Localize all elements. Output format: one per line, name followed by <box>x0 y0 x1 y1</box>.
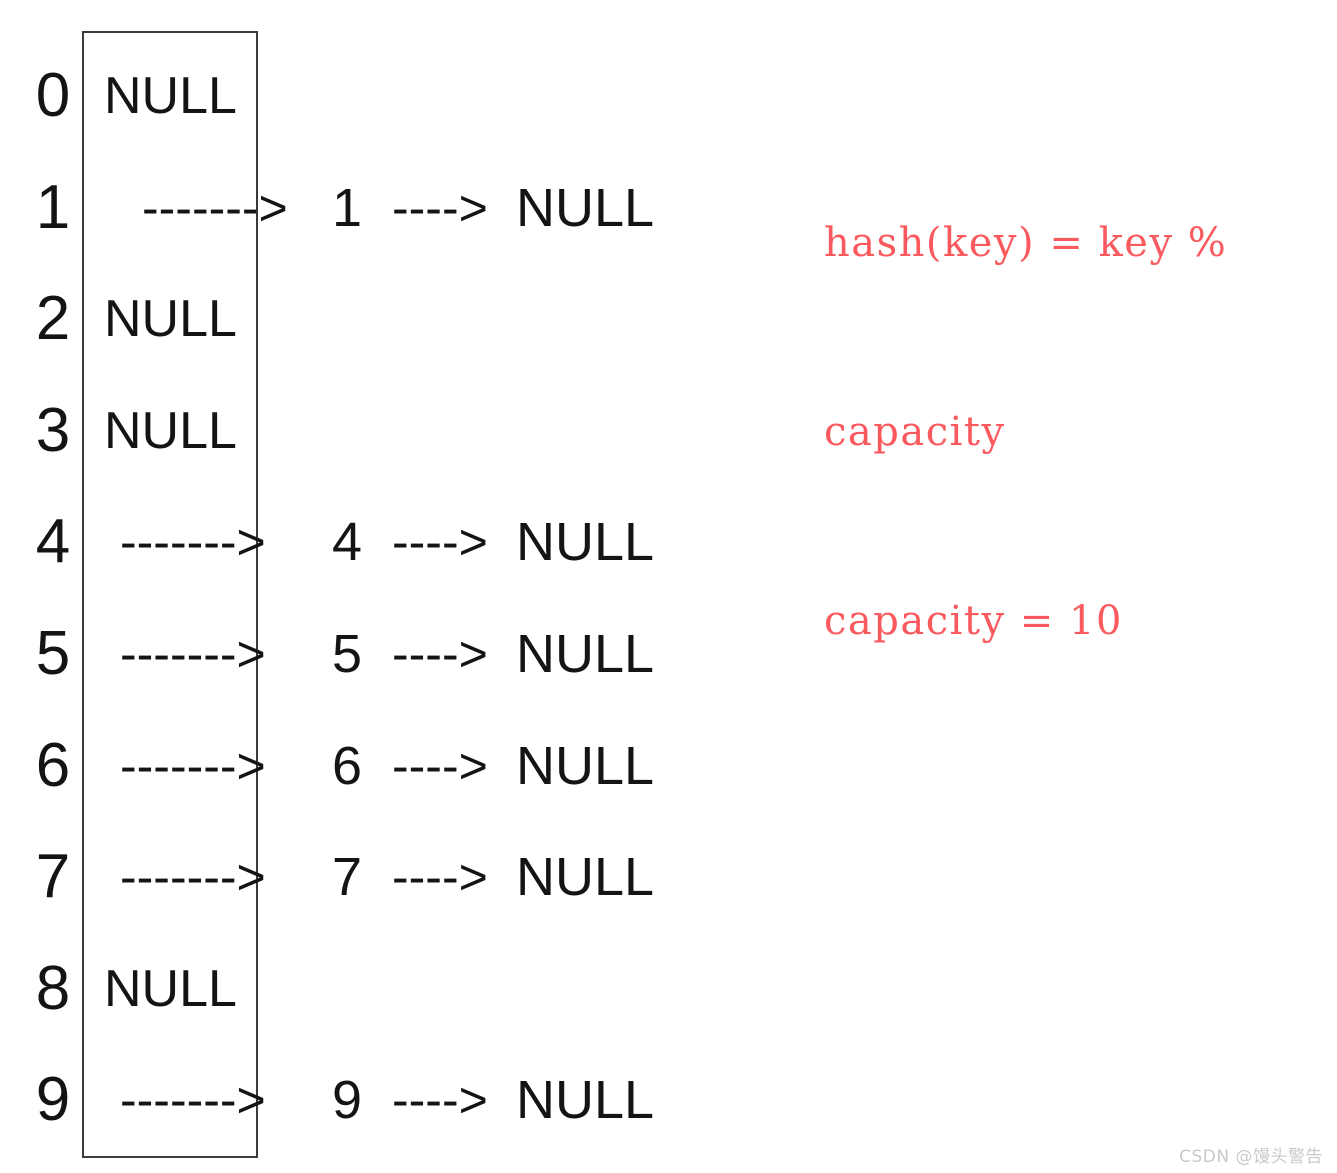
bucket-index-label: 3 <box>35 395 71 465</box>
chain-node-key: 9 <box>332 1070 363 1131</box>
bucket-chain-arrow: -------> <box>142 179 288 236</box>
chain-tail-null: NULL <box>516 512 655 573</box>
chain-tail-null: NULL <box>516 624 655 684</box>
bucket-null-value: NULL <box>104 290 237 349</box>
chain-node-key: 6 <box>332 735 363 796</box>
bucket-index-label: 6 <box>35 730 71 800</box>
bucket-index-label: 8 <box>35 953 71 1023</box>
hash-formula-annotation: hash(key) = key % capacity capacity = 10 <box>824 86 1227 716</box>
bucket-null-value: NULL <box>104 959 237 1018</box>
bucket-chain-arrow: -------> <box>120 626 266 682</box>
bucket-index-label: 9 <box>35 1065 71 1135</box>
bucket-chain-arrow: -------> <box>120 737 266 794</box>
chain-tail-arrow: ----> <box>392 849 488 906</box>
bucket-chain-arrow: -------> <box>120 1072 266 1129</box>
bucket-null-value: NULL <box>104 401 237 460</box>
chain-tail-null: NULL <box>516 735 655 796</box>
bucket-index-label: 5 <box>35 619 71 688</box>
chain-tail-arrow: ----> <box>392 514 488 571</box>
bucket-chain-arrow: -------> <box>120 514 266 571</box>
formula-line-2: capacity <box>824 409 1006 455</box>
chain-node-key: 1 <box>332 177 363 238</box>
chain-tail-null: NULL <box>516 1070 655 1131</box>
chain-tail-arrow: ----> <box>392 737 488 794</box>
formula-line-1: hash(key) = key % <box>824 220 1228 266</box>
chain-tail-null: NULL <box>516 847 655 908</box>
csdn-watermark: CSDN @馒头警告 <box>1179 1146 1323 1167</box>
chain-node-key: 5 <box>332 624 363 684</box>
chain-tail-null: NULL <box>516 177 655 238</box>
formula-line-3: capacity = 10 <box>824 598 1123 644</box>
bucket-index-label: 7 <box>35 842 71 912</box>
bucket-index-label: 2 <box>35 284 71 354</box>
bucket-chain-arrow: -------> <box>120 849 266 906</box>
bucket-null-value: NULL <box>104 67 237 125</box>
chain-node-key: 7 <box>332 847 363 908</box>
bucket-index-label: 0 <box>35 61 71 130</box>
chain-node-key: 4 <box>332 512 363 573</box>
bucket-index-label: 1 <box>35 172 71 242</box>
chain-tail-arrow: ----> <box>392 626 488 682</box>
bucket-index-label: 4 <box>35 507 71 577</box>
chain-tail-arrow: ----> <box>392 1072 488 1129</box>
chain-tail-arrow: ----> <box>392 179 488 236</box>
